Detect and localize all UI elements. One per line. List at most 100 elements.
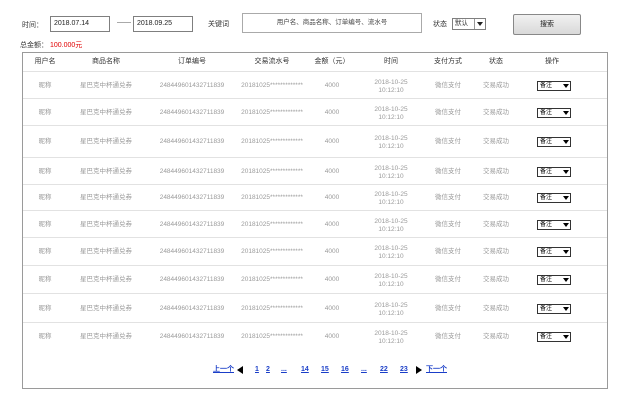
page-link-2[interactable]: 2 [266,365,270,375]
prev-arrow-icon[interactable] [237,366,243,374]
cell-product: 星巴克中杯通兑券 [80,305,132,312]
row-action-select[interactable]: 备注 [537,220,571,230]
cell-order: 248449601432711839 [159,221,225,228]
chevron-down-icon [561,109,570,117]
table-row: 昵称 星巴克中杯通兑券 248449601432711839 20181025****… [23,237,607,265]
total-amount-label: 总金额： [20,42,48,49]
cell-serial: 20181025************* [241,221,303,228]
row-action-select[interactable]: 备注 [537,247,571,257]
row-action-value: 备注 [540,195,553,201]
end-date-input[interactable]: 2018.09.25 [133,16,193,32]
cell-order: 248449601432711839 [159,333,225,340]
chevron-down-icon [561,305,570,313]
chevron-down-icon [561,168,570,176]
row-action-select[interactable]: 备注 [537,108,571,118]
cell-date: 2018-10-25 [374,165,408,172]
chevron-down-icon [561,248,570,256]
page-link-23[interactable]: 23 [400,365,408,375]
cell-date: 2018-10-25 [374,106,408,113]
table-row: 昵称 星巴克中杯通兑券 248449601432711839 20181025****… [23,293,607,322]
row-action-select[interactable]: 备注 [537,137,571,147]
cell-pay: 微信支付 [435,248,461,255]
cell-status: 交易成功 [483,221,509,228]
cell-pay: 微信支付 [435,82,461,89]
cell-status: 交易成功 [483,138,509,145]
cell-date: 2018-10-25 [374,330,408,337]
status-label: 状态 [433,21,447,28]
row-action-value: 备注 [540,222,553,228]
chevron-down-icon [561,194,570,202]
cell-pay: 微信支付 [435,333,461,340]
col-header-action: 操作 [545,58,559,65]
chevron-down-icon [561,333,570,341]
cell-time: 10:12:10 [378,310,404,317]
start-date-input[interactable]: 2018.07.14 [50,16,110,32]
cell-date: 2018-10-25 [374,302,408,309]
row-action-select[interactable]: 备注 [537,332,571,342]
cell-serial: 20181025************* [241,248,303,255]
cell-product: 星巴克中杯通兑券 [80,168,132,175]
page-link-1[interactable]: 1 [255,365,259,375]
row-action-value: 备注 [540,306,553,312]
cell-status: 交易成功 [483,194,509,201]
cell-serial: 20181025************* [241,276,303,283]
page-ellipsis-1: ... [281,366,287,373]
page-link-14[interactable]: 14 [301,365,309,375]
cell-date: 2018-10-25 [374,191,408,198]
cell-amount: 4000 [324,221,340,228]
col-header-time: 时间 [384,58,398,65]
page-link-22[interactable]: 22 [380,365,388,375]
cell-status: 交易成功 [483,305,509,312]
date-range-dash: —— [117,19,131,26]
cell-status: 交易成功 [483,333,509,340]
page-link-15[interactable]: 15 [321,365,329,375]
cell-serial: 20181025************* [241,305,303,312]
row-action-value: 备注 [540,83,553,89]
pagination: 上一个 1 2 ... 14 15 16 ... 22 23 下一个 [23,365,607,379]
search-button[interactable]: 搜索 [513,14,581,35]
col-header-status: 状态 [489,58,503,65]
col-header-pay: 支付方式 [434,58,462,65]
row-action-select[interactable]: 备注 [537,193,571,203]
row-action-select[interactable]: 备注 [537,275,571,285]
transaction-table: 用户名 商品名称 订单编号 交易流水号 金额（元） 时间 支付方式 状态 操作 … [22,52,608,389]
total-amount-value: 100.000元 [50,42,83,49]
cell-status: 交易成功 [483,276,509,283]
cell-amount: 4000 [324,138,340,145]
col-header-product: 商品名称 [92,58,120,65]
cell-product: 星巴克中杯通兑券 [80,333,132,340]
cell-time: 10:12:10 [378,173,404,180]
row-action-select[interactable]: 备注 [537,81,571,91]
prev-page-link[interactable]: 上一个 [213,365,234,375]
cell-serial: 20181025************* [241,109,303,116]
cell-order: 248449601432711839 [159,82,225,89]
cell-pay: 微信支付 [435,305,461,312]
cell-amount: 4000 [324,168,340,175]
next-arrow-icon[interactable] [416,366,422,374]
chevron-down-icon [561,82,570,90]
row-action-value: 备注 [540,277,553,283]
status-select[interactable]: 默认 [452,18,486,30]
cell-pay: 微信支付 [435,276,461,283]
row-action-value: 备注 [540,169,553,175]
keyword-label: 关键词 [208,21,229,28]
cell-status: 交易成功 [483,109,509,116]
row-action-select[interactable]: 备注 [537,304,571,314]
cell-amount: 4000 [324,194,340,201]
table-row: 昵称 星巴克中杯通兑券 248449601432711839 20181025****… [23,71,607,98]
cell-time: 10:12:10 [378,226,404,233]
cell-order: 248449601432711839 [159,305,225,312]
cell-amount: 4000 [324,333,340,340]
cell-date: 2018-10-25 [374,218,408,225]
keyword-input[interactable]: 用户名、商品名称、订单编号、流水号 [242,13,422,33]
row-action-select[interactable]: 备注 [537,167,571,177]
table-row: 昵称 星巴克中杯通兑券 248449601432711839 20181025****… [23,184,607,210]
cell-serial: 20181025************* [241,168,303,175]
next-page-link[interactable]: 下一个 [426,365,447,375]
page-link-16[interactable]: 16 [341,365,349,375]
row-action-value: 备注 [540,139,553,145]
cell-order: 248449601432711839 [159,194,225,201]
cell-status: 交易成功 [483,248,509,255]
table-row: 昵称 星巴克中杯通兑券 248449601432711839 20181025****… [23,125,607,157]
table-row: 昵称 星巴克中杯通兑券 248449601432711839 20181025****… [23,265,607,293]
